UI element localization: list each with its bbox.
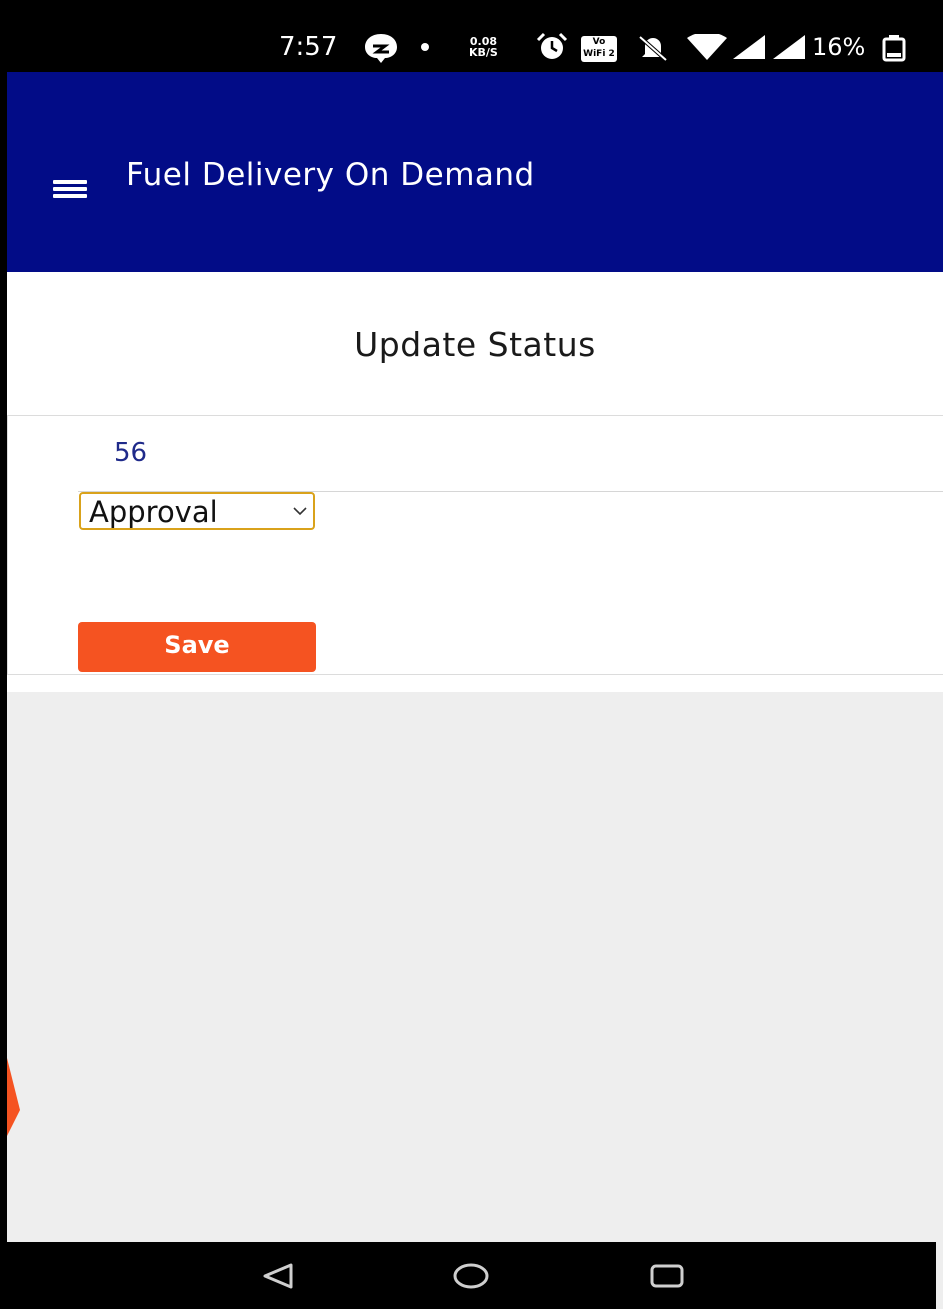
- vowifi-badge: Vo WiFi 2: [581, 36, 617, 62]
- dot-icon: [421, 43, 429, 51]
- chevron-down-icon: [293, 507, 307, 516]
- hamburger-menu-icon[interactable]: [53, 180, 89, 200]
- navigation-bar: [0, 1242, 936, 1309]
- status-card: 56 Approval Save: [7, 415, 943, 675]
- order-id: 56: [114, 438, 148, 468]
- wifi-icon: [687, 34, 727, 60]
- save-button[interactable]: Save: [78, 622, 316, 672]
- recents-icon[interactable]: [649, 1262, 685, 1290]
- status-time: 7:57: [279, 32, 338, 62]
- notifications-off-icon: [638, 35, 668, 62]
- alarm-icon: [536, 32, 568, 59]
- notification-app-icon: [365, 34, 397, 63]
- content-panel: Update Status 56 Approval Save: [7, 272, 943, 692]
- edge-artifact: [7, 1058, 20, 1136]
- battery-percent: 16%: [812, 33, 866, 61]
- app-screen: 7:57 0.08 KB/S Vo WiFi 2 16% Fuel Delive…: [7, 0, 943, 1309]
- status-bar: 7:57 0.08 KB/S Vo WiFi 2 16%: [7, 0, 943, 72]
- battery-icon: [882, 35, 906, 62]
- signal-icon-2: [773, 35, 805, 59]
- app-title: Fuel Delivery On Demand: [126, 157, 535, 193]
- status-select-value: Approval: [89, 495, 218, 529]
- home-icon[interactable]: [451, 1262, 491, 1290]
- network-speed: 0.08 KB/S: [469, 35, 498, 59]
- page-title: Update Status: [354, 325, 596, 364]
- status-select[interactable]: Approval: [79, 492, 315, 530]
- back-icon[interactable]: [261, 1262, 295, 1290]
- signal-icon-1: [733, 35, 765, 59]
